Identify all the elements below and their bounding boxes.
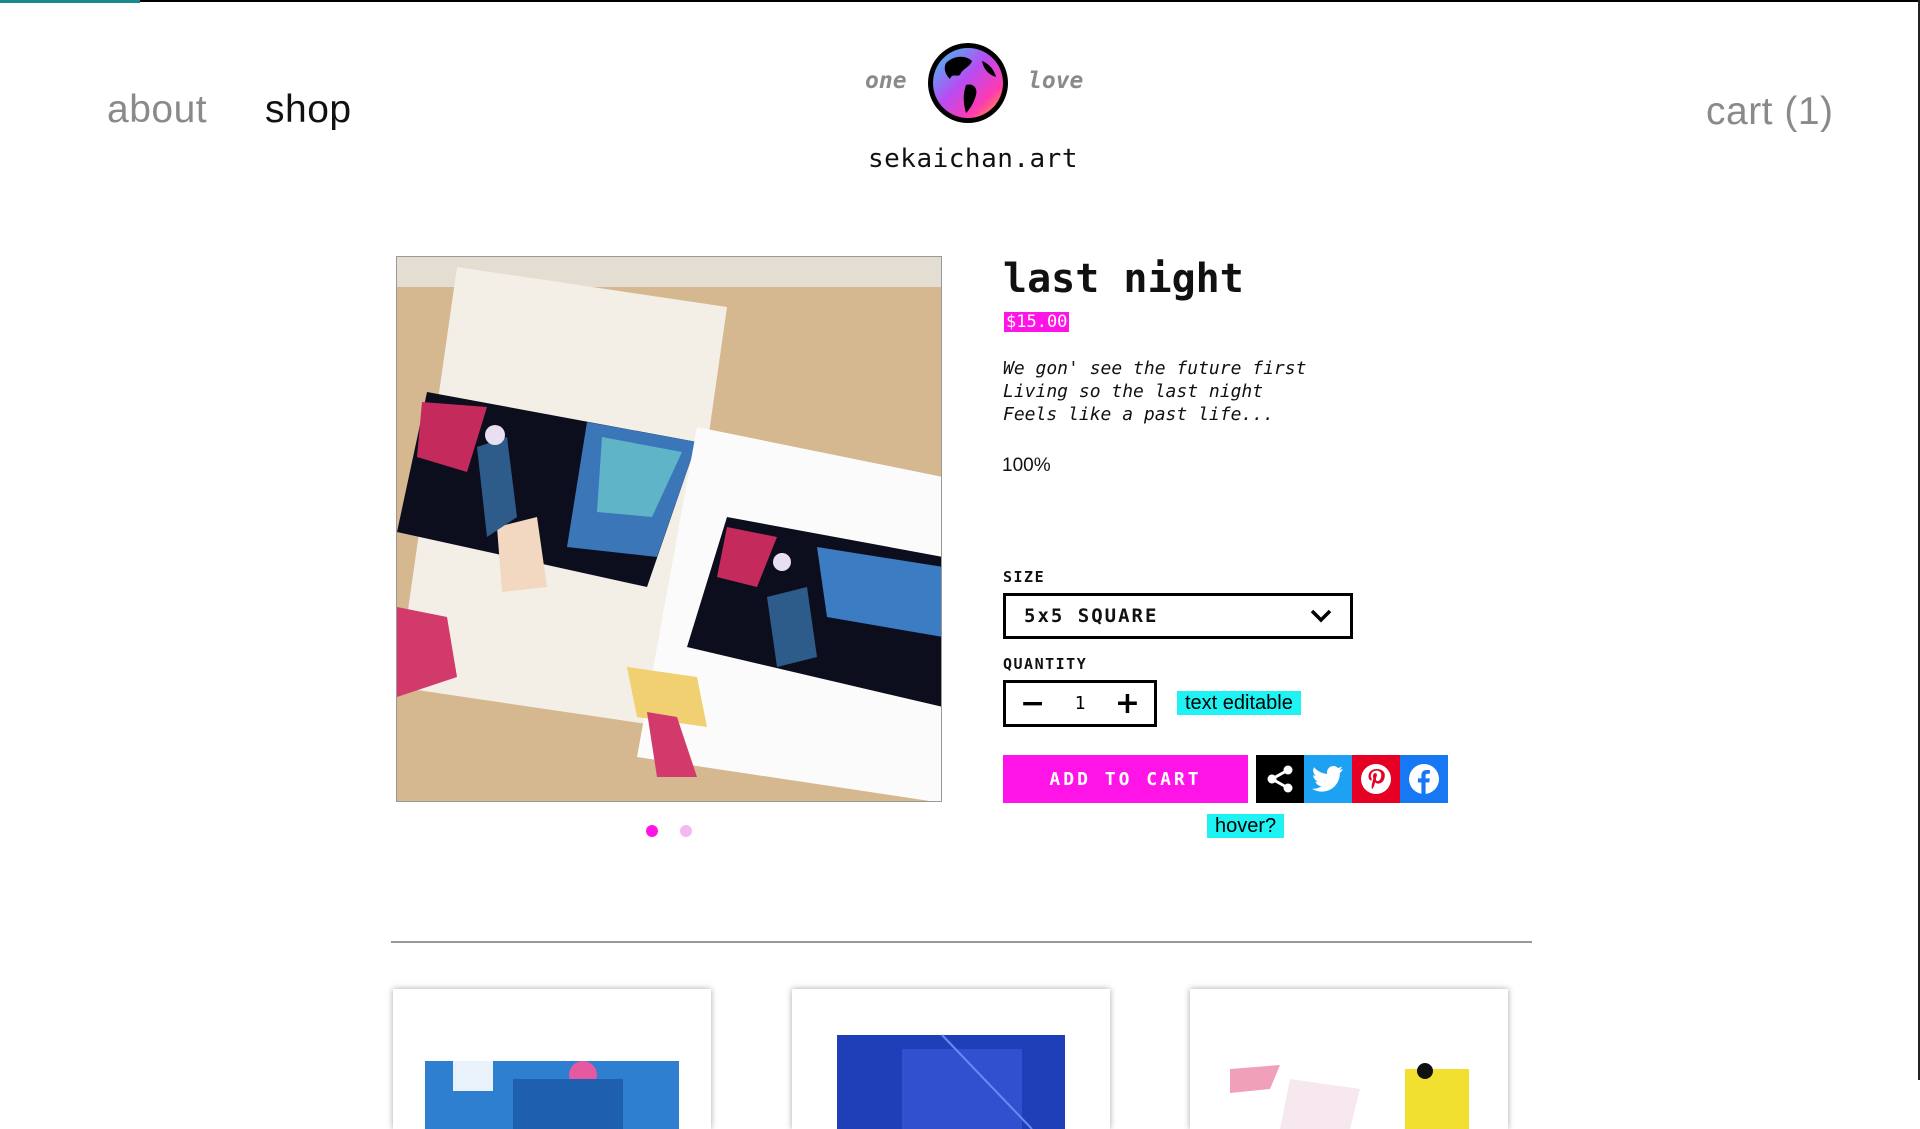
share-icon: [1267, 765, 1293, 793]
plus-icon[interactable]: +: [1115, 688, 1140, 719]
product-price: $15.00: [1004, 312, 1070, 332]
twitter-share-button[interactable]: [1304, 755, 1352, 803]
globe-icon[interactable]: [926, 41, 1010, 125]
product-photo: [397, 257, 941, 801]
size-selected-value: 5x5 SQUARE: [1024, 605, 1159, 627]
size-label: SIZE: [1003, 568, 1046, 586]
product-description: We gon' see the future first Living so t…: [1003, 357, 1306, 426]
minus-icon[interactable]: −: [1020, 688, 1045, 719]
related-product-image: [425, 1061, 679, 1129]
nav-shop-link[interactable]: shop: [265, 88, 352, 132]
description-line: Feels like a past life...: [1003, 404, 1274, 425]
quantity-value[interactable]: 1: [1075, 693, 1086, 714]
related-product-image: [1230, 1063, 1469, 1129]
top-accent-bar: [0, 0, 140, 3]
facebook-icon: [1409, 764, 1439, 794]
section-divider: [391, 941, 1532, 943]
percent-value: 100%: [1002, 455, 1051, 476]
related-product-card[interactable]: [792, 989, 1110, 1129]
text-editable-tag: text editable: [1177, 691, 1301, 715]
twitter-icon: [1312, 766, 1343, 792]
product-title: last night: [1003, 256, 1244, 302]
size-select[interactable]: 5x5 SQUARE: [1003, 593, 1353, 639]
description-line: Living so the last night: [1003, 381, 1264, 402]
description-line: We gon' see the future first: [1003, 358, 1307, 379]
nav-about-link[interactable]: about: [107, 88, 207, 132]
top-border: [0, 0, 1920, 2]
related-product-card[interactable]: [1190, 989, 1508, 1129]
site-name-link[interactable]: sekaichan.art: [868, 144, 1078, 174]
facebook-share-button[interactable]: [1400, 755, 1448, 803]
share-button[interactable]: [1256, 755, 1304, 803]
add-to-cart-button[interactable]: ADD TO CART: [1003, 755, 1248, 803]
quantity-label: QUANTITY: [1003, 655, 1088, 673]
related-product-card[interactable]: [393, 989, 711, 1129]
pinterest-icon: [1361, 764, 1391, 794]
chevron-down-icon: [1310, 609, 1332, 623]
product-image[interactable]: [396, 256, 942, 802]
cart-link[interactable]: cart (1): [1706, 90, 1834, 134]
share-buttons: [1256, 755, 1448, 803]
hover-tag: hover?: [1207, 814, 1285, 838]
brand-tagline-right: love: [1028, 68, 1084, 94]
pinterest-share-button[interactable]: [1352, 755, 1400, 803]
related-product-image: [837, 1034, 1065, 1129]
carousel-dot-2[interactable]: [680, 825, 692, 837]
image-carousel-dots: [646, 825, 692, 837]
carousel-dot-1[interactable]: [646, 825, 658, 837]
quantity-stepper[interactable]: − 1 +: [1003, 680, 1157, 727]
brand-tagline-left: one: [865, 68, 907, 94]
